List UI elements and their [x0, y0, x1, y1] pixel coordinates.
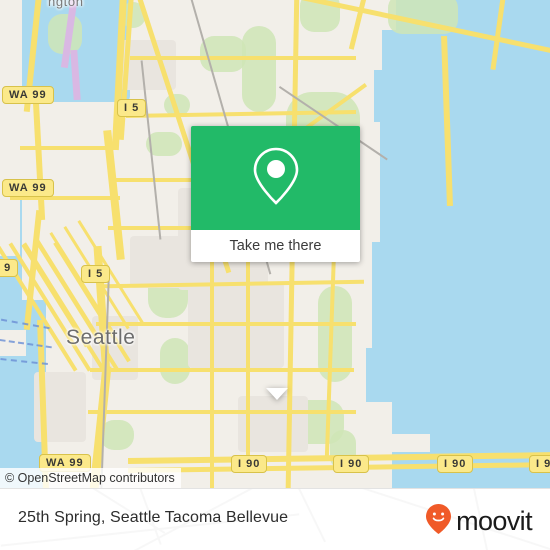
take-me-there-label: Take me there	[229, 238, 322, 254]
shield-i-90-d[interactable]: I 90	[529, 455, 550, 473]
shoreline-mask	[352, 402, 392, 438]
shield-wa-99-mid[interactable]: WA 99	[2, 179, 54, 197]
park-area	[160, 338, 190, 384]
place-label-washington: ngton	[48, 0, 84, 9]
shield-99-left[interactable]: 9 9	[0, 259, 19, 277]
shield-i-90-a[interactable]: I 90	[231, 455, 268, 473]
moovit-smiley-pin-icon	[425, 503, 452, 540]
moovit-wordmark: moovit	[456, 506, 533, 536]
shield-i-90-c[interactable]: I 90	[437, 455, 474, 473]
road-wa99	[32, 99, 46, 221]
road-street	[90, 368, 354, 372]
moovit-logo[interactable]: moovit	[425, 503, 533, 540]
shoreline-mask	[352, 344, 366, 406]
map-page: Seattle ngton WA 99 I 5 WA 99 9 9 I 5 WA…	[0, 0, 550, 550]
take-me-there-button[interactable]: Take me there	[191, 230, 360, 262]
place-label-seattle: Seattle	[66, 326, 136, 349]
popup-tail	[266, 388, 288, 400]
road-street	[88, 410, 356, 414]
location-pin-icon	[250, 145, 302, 212]
popup-header	[191, 126, 360, 230]
location-popup[interactable]: Take me there	[191, 126, 360, 400]
road-street	[20, 146, 116, 150]
road-street	[130, 56, 356, 60]
page-title: 25th Spring, Seattle Tacoma Bellevue	[18, 509, 289, 526]
osm-attribution[interactable]: © OpenStreetMap contributors	[0, 468, 181, 488]
shield-wa-99-north[interactable]: WA 99	[2, 86, 54, 104]
shield-i-5-north[interactable]: I 5	[117, 99, 147, 117]
park-area	[242, 26, 276, 112]
shield-i-90-b[interactable]: I 90	[333, 455, 370, 473]
urban-block	[130, 236, 188, 288]
shield-i-5-mid[interactable]: I 5	[81, 265, 111, 283]
footer-bar: 25th Spring, Seattle Tacoma Bellevue moo…	[0, 488, 550, 550]
map-canvas[interactable]: Seattle ngton WA 99 I 5 WA 99 9 9 I 5 WA…	[0, 0, 550, 488]
